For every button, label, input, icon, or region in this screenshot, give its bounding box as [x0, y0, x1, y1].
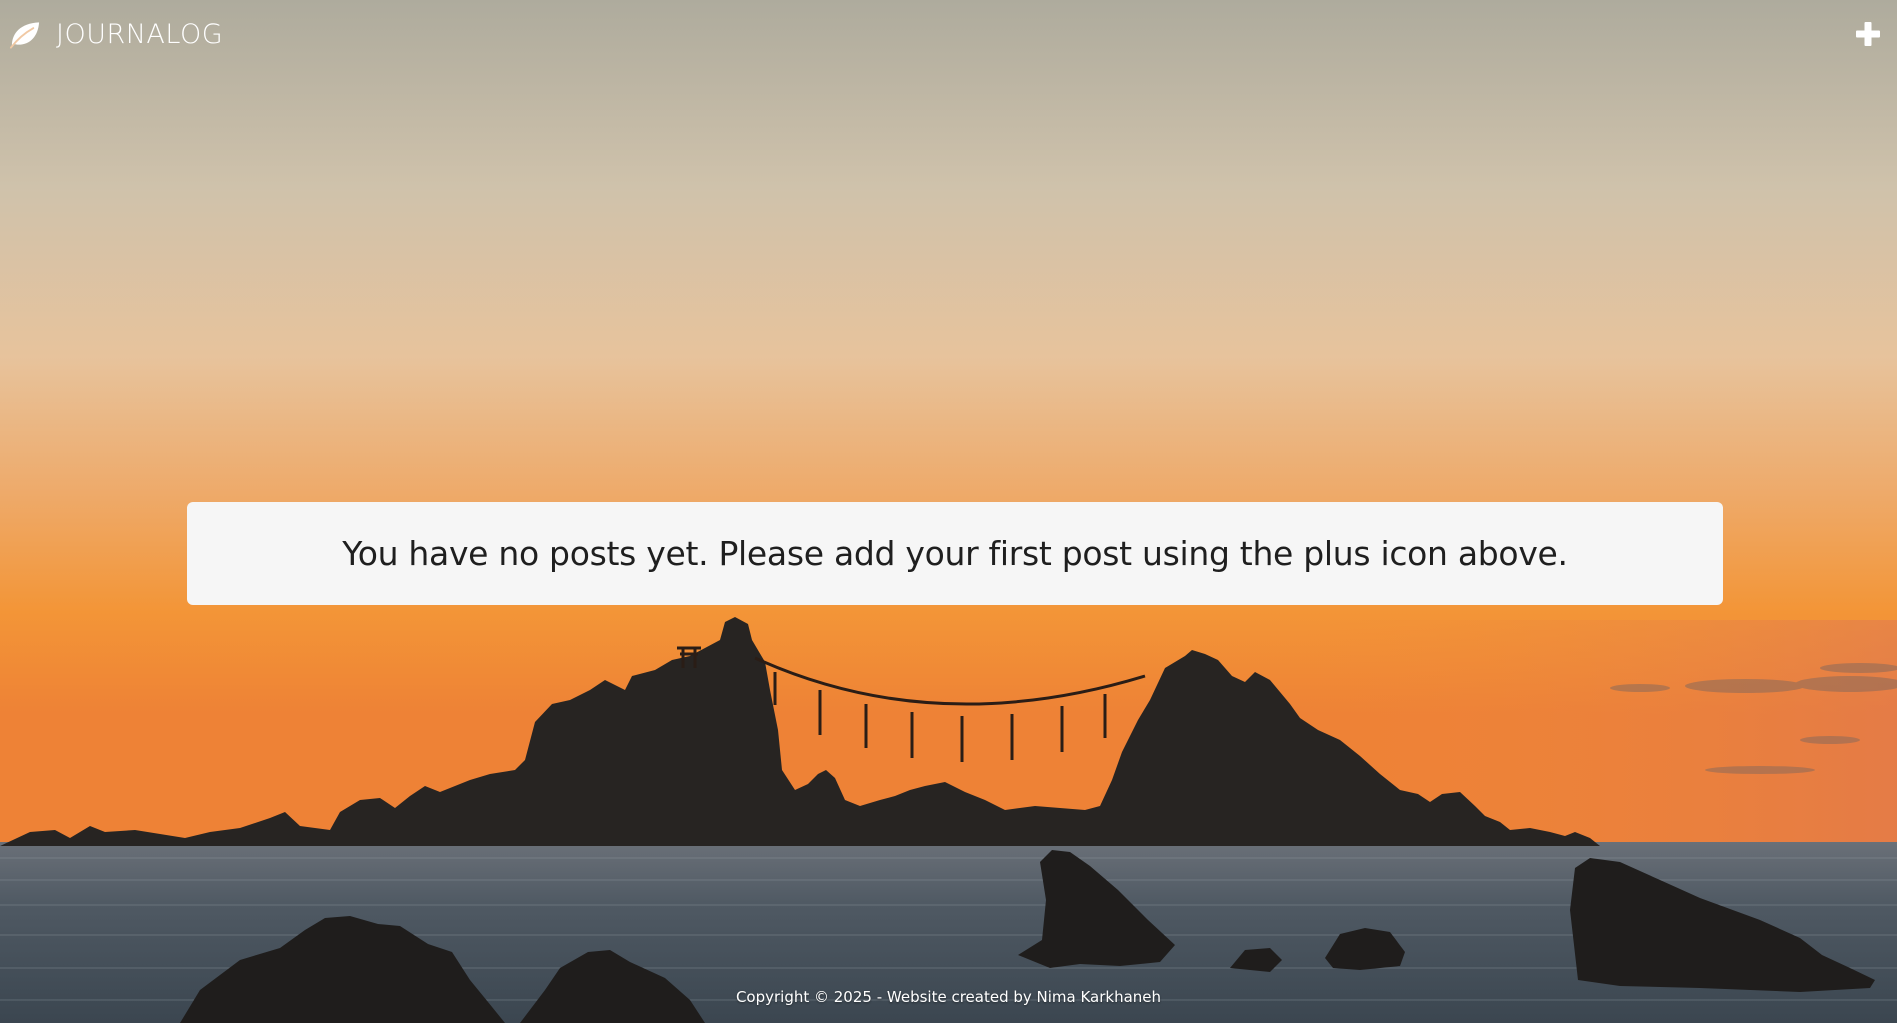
empty-posts-notice: You have no posts yet. Please add your f…: [187, 502, 1723, 605]
footer: Copyright © 2025 - Website created by Ni…: [0, 988, 1897, 1006]
brand-logo-link[interactable]: JOURNALOG: [9, 14, 223, 54]
plus-icon: [1853, 19, 1883, 49]
leaf-icon: [9, 19, 42, 49]
add-post-button[interactable]: [1853, 19, 1883, 49]
empty-posts-message: You have no posts yet. Please add your f…: [342, 534, 1568, 573]
navbar: JOURNALOG: [0, 0, 1897, 68]
copyright-text: Copyright © 2025 - Website created by Ni…: [735, 988, 1162, 1006]
brand-name: JOURNALOG: [56, 18, 224, 50]
